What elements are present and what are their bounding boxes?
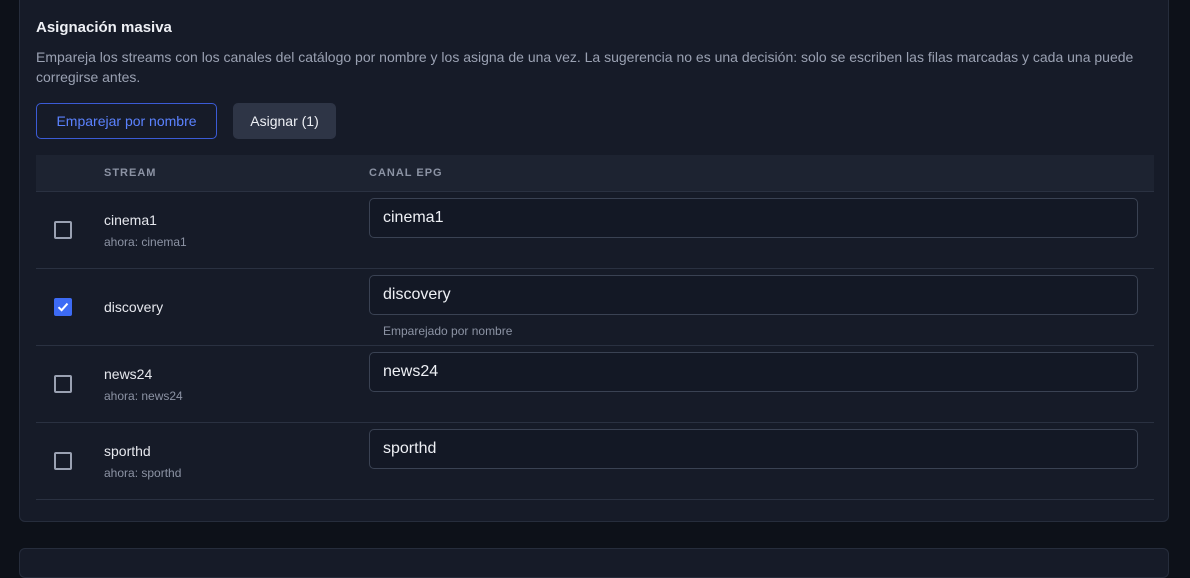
stream-name: discovery xyxy=(104,299,164,315)
table-row: news24 ahora: news24 xyxy=(36,346,1154,423)
stream-name: news24 xyxy=(104,366,153,382)
next-panel xyxy=(19,548,1169,578)
epg-channel-input[interactable] xyxy=(369,275,1138,315)
match-by-name-button[interactable]: Emparejar por nombre xyxy=(36,103,217,139)
panel-title: Asignación masiva xyxy=(36,19,172,36)
table-header: STREAM CANAL EPG xyxy=(36,155,1154,192)
stream-current-channel: ahora: news24 xyxy=(104,389,183,403)
assign-button[interactable]: Asignar (1) xyxy=(233,103,336,139)
row-checkbox[interactable] xyxy=(54,298,72,316)
table-row: cinema1 ahora: cinema1 xyxy=(36,192,1154,269)
table-row: discovery Emparejado por nombre xyxy=(36,269,1154,346)
assignment-table: STREAM CANAL EPG cinema1 ahora: cinema1 … xyxy=(36,155,1154,500)
row-checkbox[interactable] xyxy=(54,221,72,239)
match-hint: Emparejado por nombre xyxy=(383,324,513,338)
row-checkbox[interactable] xyxy=(54,375,72,393)
stream-name: cinema1 xyxy=(104,212,157,228)
stream-current-channel: ahora: cinema1 xyxy=(104,235,187,249)
stream-current-channel: ahora: sporthd xyxy=(104,466,182,480)
checkmark-icon xyxy=(57,302,69,312)
panel-description: Empareja los streams con los canales del… xyxy=(36,49,1134,85)
epg-channel-input[interactable] xyxy=(369,198,1138,238)
column-header-stream: STREAM xyxy=(104,167,157,179)
epg-channel-input[interactable] xyxy=(369,429,1138,469)
bulk-assign-panel: Asignación masiva Empareja los streams c… xyxy=(19,0,1169,522)
stream-name: sporthd xyxy=(104,443,151,459)
epg-channel-input[interactable] xyxy=(369,352,1138,392)
row-checkbox[interactable] xyxy=(54,452,72,470)
column-header-canal-epg: CANAL EPG xyxy=(369,167,443,179)
table-row: sporthd ahora: sporthd xyxy=(36,423,1154,500)
